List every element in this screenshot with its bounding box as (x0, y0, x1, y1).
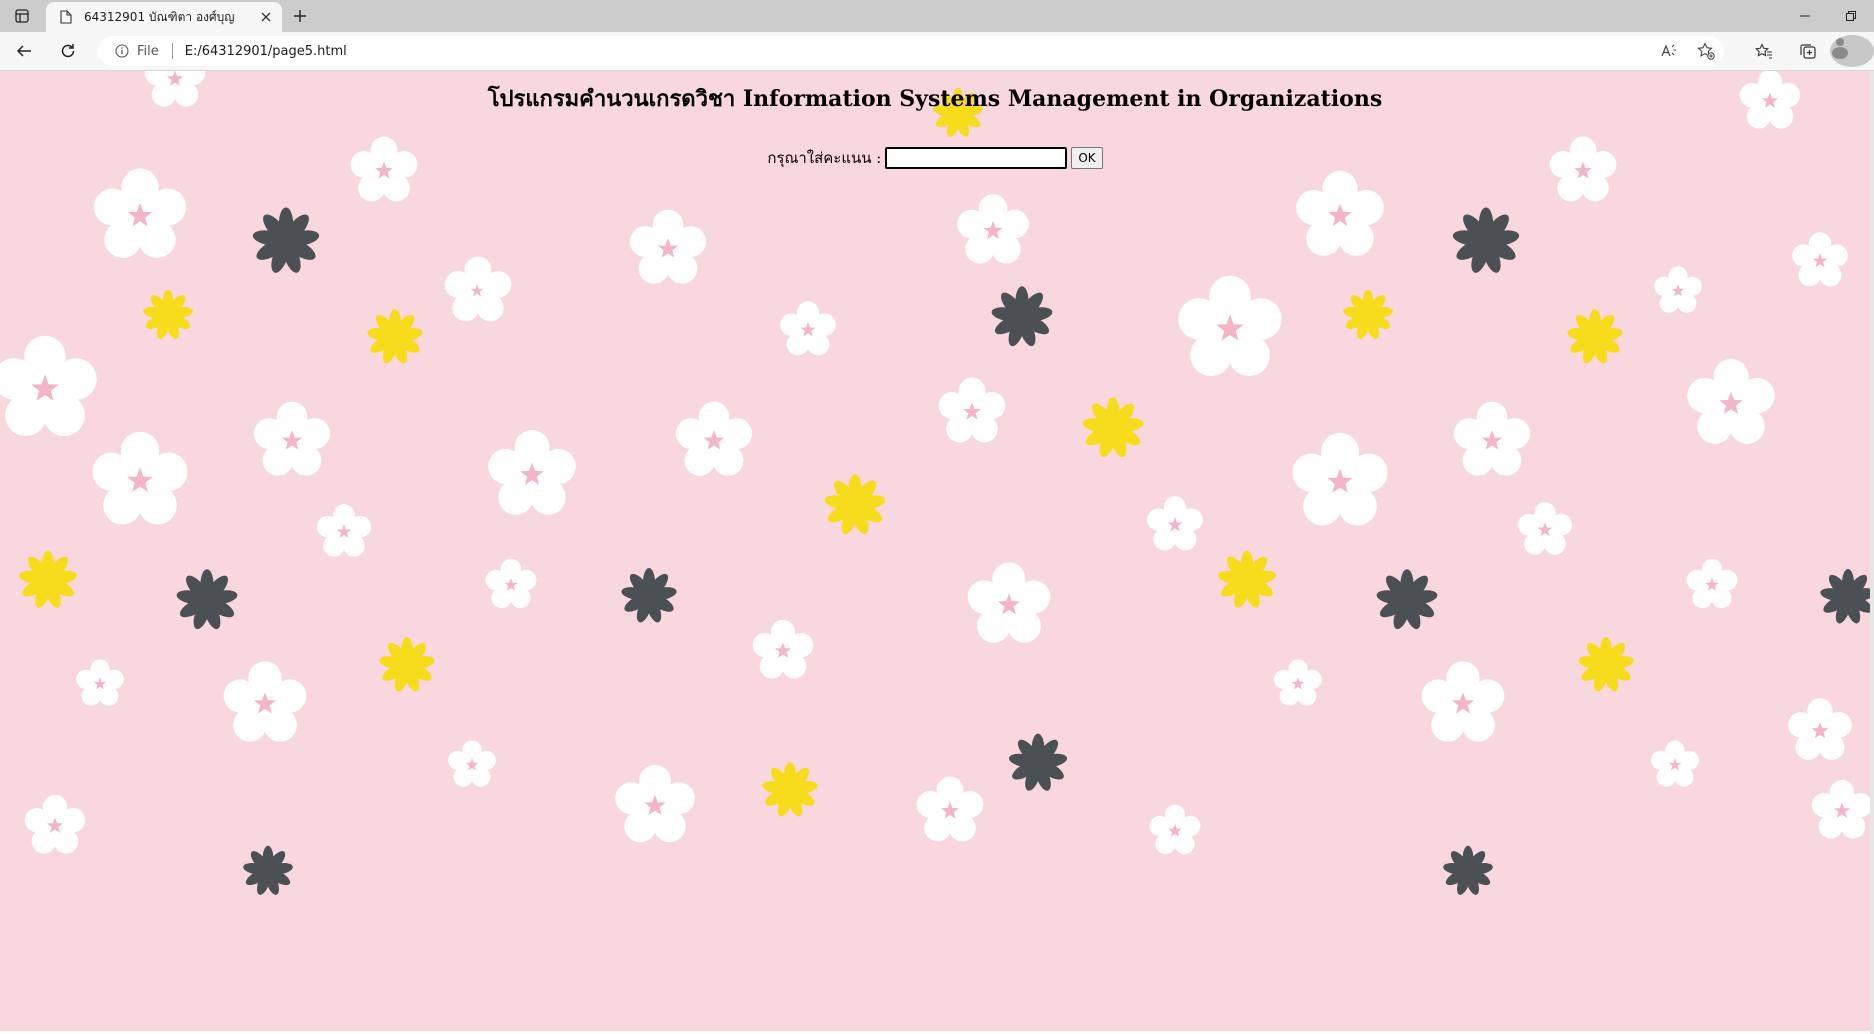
back-icon (16, 45, 31, 57)
refresh-button[interactable] (54, 37, 82, 65)
add-favorite-icon (1697, 42, 1715, 60)
address-url[interactable]: E:/64312901/page5.html (185, 44, 347, 59)
plus-icon (294, 10, 306, 22)
active-tab[interactable]: 64312901 บัณฑิตา องศ์บุญ (46, 2, 282, 32)
favorites-button[interactable] (1742, 35, 1786, 67)
favorites-icon (1755, 43, 1772, 59)
info-icon[interactable] (114, 43, 130, 59)
close-icon[interactable] (258, 9, 274, 25)
minimize-button[interactable] (1782, 0, 1828, 32)
tab-strip: 64312901 บัณฑิตา องศ์บุญ (0, 0, 1874, 32)
score-form: กรุณาใส่คะแนน : OK (0, 146, 1870, 170)
collections-button[interactable] (1786, 35, 1830, 67)
flower-background (0, 71, 1870, 897)
browser-toolbar: File E:/64312901/page5.html (0, 32, 1874, 71)
read-aloud-button[interactable] (1652, 36, 1688, 66)
restore-button[interactable] (1828, 0, 1874, 32)
refresh-icon (61, 44, 75, 58)
read-aloud-icon (1661, 44, 1676, 57)
sidebar-icon (15, 9, 29, 23)
add-favorite-button[interactable] (1688, 36, 1724, 66)
ok-button[interactable]: OK (1071, 147, 1103, 169)
collections-icon (1800, 44, 1816, 59)
address-separator (171, 43, 173, 59)
vertical-scrollbar[interactable] (1870, 71, 1874, 1034)
score-input[interactable] (885, 147, 1068, 169)
tab-title: 64312901 บัณฑิตา องศ์บุญ (84, 9, 235, 24)
address-scheme: File (137, 43, 159, 59)
address-bar[interactable]: File E:/64312901/page5.html (98, 36, 1724, 66)
new-tab-button[interactable] (282, 0, 318, 32)
profile-icon (1830, 35, 1874, 67)
page-title: โปรแกรมคำนวนเกรดวิชา Information Systems… (487, 86, 1383, 112)
restore-icon (1846, 11, 1856, 21)
document-icon (58, 9, 74, 25)
page-viewport: โปรแกรมคำนวนเกรดวิชา Information Systems… (0, 71, 1870, 1031)
tab-actions-button[interactable] (0, 0, 44, 32)
score-label: กรุณาใส่คะแนน : (767, 149, 882, 167)
profile-button[interactable] (1830, 35, 1874, 67)
back-button[interactable] (10, 37, 38, 65)
minimize-icon (1800, 15, 1810, 17)
